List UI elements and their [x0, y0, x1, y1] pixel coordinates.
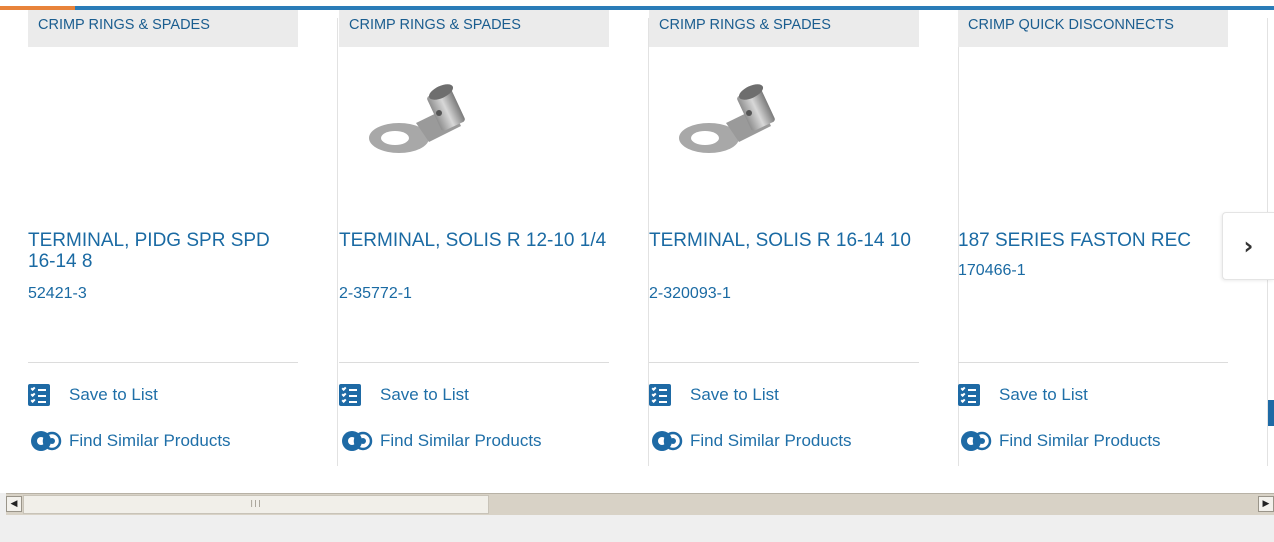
product-card: CRIMP RINGS & SPADES TERMINAL, SOLIS R 1… [339, 10, 649, 466]
product-title-link[interactable]: TERMINAL, SOLIS R 12-10 1/4 [339, 230, 609, 251]
checklist-icon [649, 384, 671, 406]
find-similar-button[interactable]: Find Similar Products [649, 428, 852, 454]
product-category[interactable]: CRIMP RINGS & SPADES [339, 10, 609, 47]
scroll-left-arrow[interactable]: ◀ [6, 496, 22, 512]
card-divider [28, 362, 298, 363]
product-title-link[interactable]: 187 SERIES FASTON REC [958, 230, 1228, 251]
product-category[interactable]: CRIMP RINGS & SPADES [649, 10, 919, 47]
product-carousel: CRIMP RINGS & SPADES TERMINAL, PIDG SPR … [0, 10, 1274, 493]
carousel-next-button[interactable]: › [1222, 212, 1274, 280]
product-category[interactable]: CRIMP QUICK DISCONNECTS [958, 10, 1228, 47]
part-number-link[interactable]: 2-320093-1 [649, 285, 919, 303]
product-title-link[interactable]: TERMINAL, SOLIS R 16-14 10 [649, 230, 919, 251]
find-similar-label: Find Similar Products [69, 431, 231, 450]
find-similar-label: Find Similar Products [999, 431, 1161, 450]
card-divider [958, 362, 1228, 363]
chevron-right-icon: › [1243, 232, 1254, 260]
product-title-link[interactable]: TERMINAL, PIDG SPR SPD 16-14 8 [28, 230, 298, 272]
save-to-list-label: Save to List [380, 385, 469, 404]
save-to-list-button[interactable]: Save to List [649, 382, 779, 408]
product-image[interactable] [361, 78, 481, 178]
horizontal-scrollbar[interactable]: ◀ III ▶ [6, 493, 1274, 515]
carousel-track: CRIMP RINGS & SPADES TERMINAL, PIDG SPR … [0, 10, 1274, 493]
product-image[interactable] [671, 78, 791, 178]
product-category[interactable]: CRIMP RINGS & SPADES [28, 10, 298, 47]
gears-icon [961, 431, 992, 451]
scroll-thumb[interactable]: III [23, 495, 489, 514]
gears-icon [31, 431, 62, 451]
find-similar-button[interactable]: Find Similar Products [28, 428, 231, 454]
checklist-icon [339, 384, 361, 406]
partial-card-icon [1268, 400, 1274, 426]
gears-icon [342, 431, 373, 451]
save-to-list-label: Save to List [69, 385, 158, 404]
top-accent-bar [0, 0, 1274, 10]
checklist-icon [28, 384, 50, 406]
scroll-thumb-grip: III [250, 499, 262, 510]
product-card: CRIMP RINGS & SPADES TERMINAL, PIDG SPR … [28, 10, 338, 466]
save-to-list-button[interactable]: Save to List [339, 382, 469, 408]
product-card: CRIMP RINGS & SPADES TERMINAL, SOLIS R 1… [649, 10, 959, 466]
scroll-right-arrow[interactable]: ▶ [1258, 496, 1274, 512]
save-to-list-label: Save to List [690, 385, 779, 404]
save-to-list-button[interactable]: Save to List [28, 382, 158, 408]
part-number-link[interactable]: 170466-1 [958, 262, 1228, 280]
find-similar-button[interactable]: Find Similar Products [958, 428, 1161, 454]
save-to-list-button[interactable]: Save to List [958, 382, 1088, 408]
part-number-link[interactable]: 2-35772-1 [339, 285, 609, 303]
find-similar-button[interactable]: Find Similar Products [339, 428, 542, 454]
checklist-icon [958, 384, 980, 406]
gears-icon [652, 431, 683, 451]
card-divider [649, 362, 919, 363]
part-number-link[interactable]: 52421-3 [28, 285, 298, 303]
find-similar-label: Find Similar Products [380, 431, 542, 450]
save-to-list-label: Save to List [999, 385, 1088, 404]
page-bottom-area [0, 516, 1274, 542]
find-similar-label: Find Similar Products [690, 431, 852, 450]
card-divider [339, 362, 609, 363]
